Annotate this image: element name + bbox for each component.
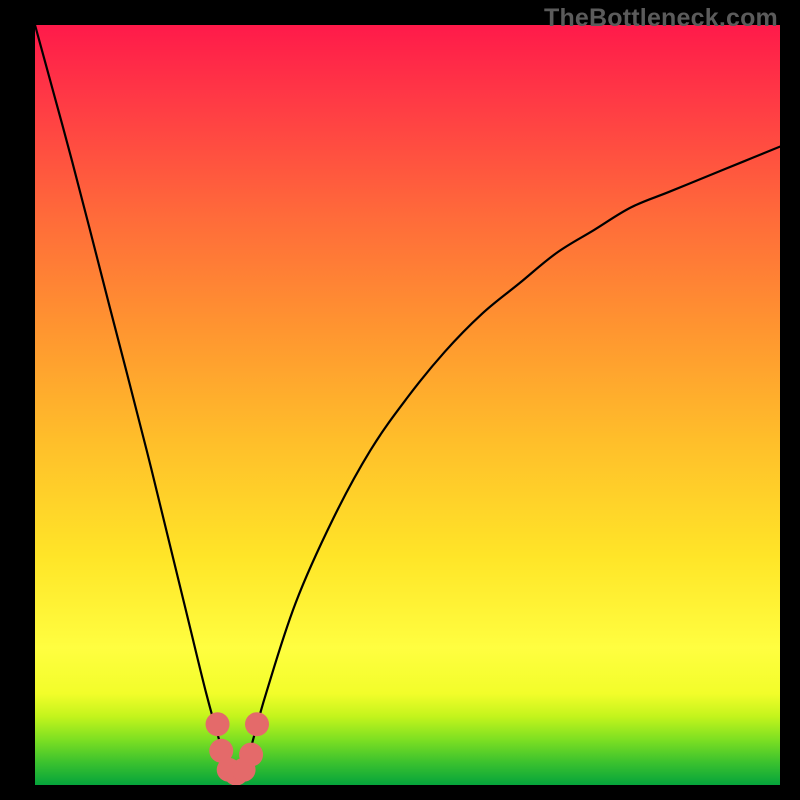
watermark-text: TheBottleneck.com [544, 4, 778, 33]
plot-area [35, 25, 780, 785]
chart-frame: TheBottleneck.com [0, 0, 800, 800]
bottleneck-chart [35, 25, 780, 785]
gradient-background [35, 25, 780, 785]
curve-marker [239, 743, 263, 767]
curve-marker [206, 712, 230, 736]
curve-marker [245, 712, 269, 736]
